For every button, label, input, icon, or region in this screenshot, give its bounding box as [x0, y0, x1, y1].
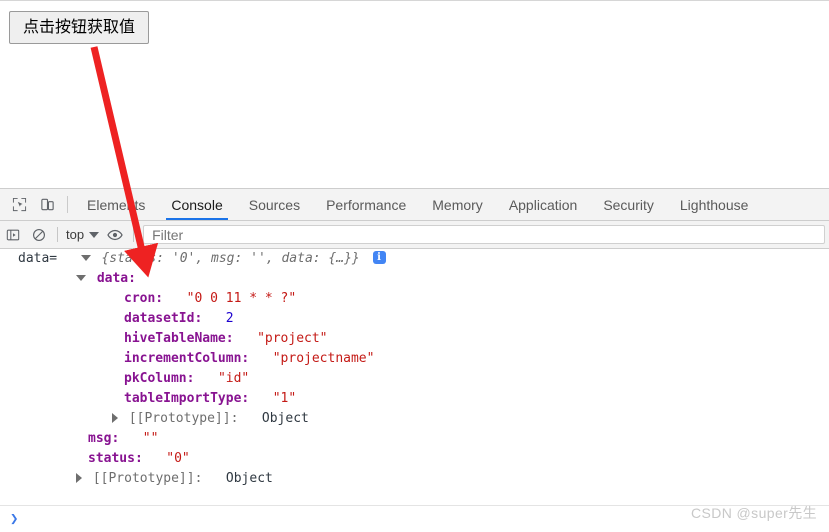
object-property-row: status: "0"	[0, 449, 829, 469]
property-key: status:	[88, 451, 143, 466]
console-output: data= {status: '0', msg: '', data: {…}} …	[0, 249, 829, 532]
get-value-button[interactable]: 点击按钮获取值	[9, 11, 150, 44]
live-expression-eye-icon[interactable]	[102, 222, 128, 248]
console-sidebar-icon[interactable]	[0, 222, 26, 248]
expand-triangle-closed-icon[interactable]	[112, 412, 118, 423]
object-property-row: pkColumn: "id"	[0, 369, 829, 389]
web-page-content: 点击按钮获取值	[0, 0, 829, 188]
prototype-key: [[Prototype]]:	[128, 411, 239, 426]
tab-security[interactable]: Security	[590, 189, 667, 220]
console-toolbar: top Filter	[0, 221, 829, 249]
property-key: msg:	[88, 431, 120, 446]
object-property-row: cron: "0 0 11 * * ?"	[0, 289, 829, 309]
toolbar-divider-2	[133, 227, 135, 242]
prototype-key: [[Prototype]]:	[92, 471, 203, 486]
tab-label: Console	[171, 196, 223, 213]
tab-label: Security	[603, 196, 654, 213]
tab-label: Performance	[326, 196, 407, 213]
inner-prototype-row[interactable]: [[Prototype]]: Object	[0, 409, 829, 429]
outer-prototype-row[interactable]: [[Prototype]]: Object	[0, 469, 829, 489]
tab-label: Application	[508, 196, 578, 213]
property-value: "0 0 11 * * ?"	[186, 291, 297, 306]
execution-context-dropdown[interactable]: top	[63, 227, 102, 242]
expand-triangle-open-icon[interactable]	[76, 274, 86, 281]
property-value: ""	[142, 431, 159, 446]
object-property-row: tableImportType: "1"	[0, 389, 829, 409]
clear-console-icon[interactable]	[26, 222, 52, 248]
property-value: "0"	[166, 451, 190, 466]
tab-console[interactable]: Console	[158, 189, 235, 220]
property-value: "id"	[217, 371, 250, 386]
chevron-down-icon	[89, 231, 100, 238]
tab-label: Elements	[87, 196, 146, 213]
tab-label: Sources	[248, 196, 301, 213]
object-property-row: msg: ""	[0, 429, 829, 449]
tab-label: Lighthouse	[679, 196, 749, 213]
property-key: data:	[96, 271, 136, 286]
console-log-entry[interactable]: data= {status: '0', msg: '', data: {…}} …	[0, 249, 829, 269]
object-property-row: datasetId: 2	[0, 309, 829, 329]
expand-triangle-open-icon[interactable]	[80, 254, 91, 261]
object-property-row: incrementColumn: "projectname"	[0, 349, 829, 369]
devtools-tab-strip: Elements Console Sources Performance Mem…	[0, 189, 829, 221]
tab-sources[interactable]: Sources	[236, 189, 313, 220]
property-key: pkColumn:	[124, 371, 195, 386]
property-key: hiveTableName:	[124, 331, 234, 346]
tabstrip-divider	[67, 196, 68, 213]
info-icon[interactable]: i	[372, 251, 386, 264]
expand-triangle-closed-icon[interactable]	[76, 472, 82, 483]
property-key: incrementColumn:	[124, 351, 250, 366]
object-preview: {status: '0', msg: '', data: {…}}	[101, 251, 360, 266]
tab-performance[interactable]: Performance	[313, 189, 419, 220]
console-prompt-row[interactable]: ❯	[0, 505, 829, 532]
property-key: tableImportType:	[124, 391, 250, 406]
inspect-element-icon[interactable]	[5, 189, 33, 220]
tab-label: Memory	[432, 196, 483, 213]
prompt-caret-icon[interactable]: ❯	[0, 511, 18, 527]
filter-placeholder: Filter	[152, 226, 184, 243]
prototype-value: Object	[261, 411, 309, 426]
property-key: cron:	[124, 291, 164, 306]
tab-lighthouse[interactable]: Lighthouse	[667, 189, 762, 220]
log-prefix: data=	[18, 251, 58, 266]
device-toolbar-icon[interactable]	[33, 189, 61, 220]
property-value: "project"	[257, 331, 328, 346]
object-property-row: hiveTableName: "project"	[0, 329, 829, 349]
tab-application[interactable]: Application	[496, 189, 591, 220]
property-value: "1"	[272, 391, 297, 406]
execution-context-value: top	[66, 227, 85, 242]
toolbar-divider	[57, 227, 58, 242]
object-node-data[interactable]: data:	[0, 269, 829, 289]
property-value: 2	[225, 311, 234, 326]
property-key: datasetId:	[124, 311, 203, 326]
tab-elements[interactable]: Elements	[74, 189, 158, 220]
filter-input[interactable]: Filter	[143, 225, 825, 244]
tab-memory[interactable]: Memory	[419, 189, 496, 220]
prototype-value: Object	[225, 471, 273, 486]
devtools-panel: Elements Console Sources Performance Mem…	[0, 188, 829, 532]
property-value: "projectname"	[272, 351, 375, 366]
